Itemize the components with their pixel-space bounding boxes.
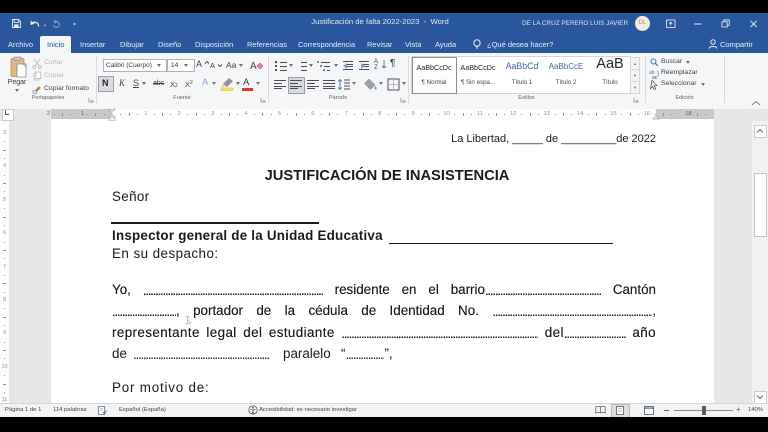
- svg-text:A: A: [250, 61, 257, 71]
- svg-text:ac: ac: [652, 75, 658, 79]
